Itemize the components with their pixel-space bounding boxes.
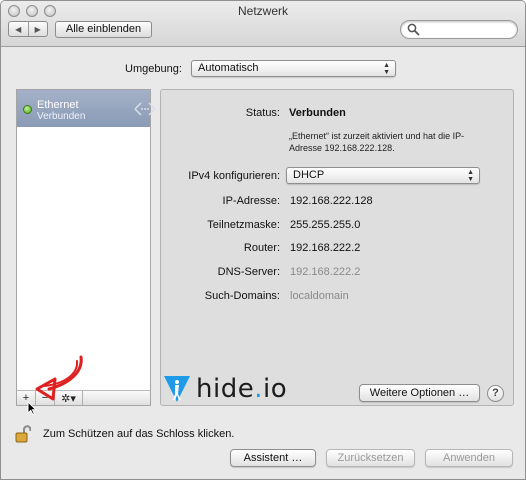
- location-popup[interactable]: Automatisch ▲ ▼: [191, 60, 396, 77]
- lock-icon[interactable]: [15, 425, 31, 443]
- show-all-button[interactable]: Alle einblenden: [55, 21, 152, 38]
- ethernet-connector-icon: [134, 102, 156, 116]
- service-list: Ethernet Verbunden: [16, 89, 156, 391]
- subnet-mask-value: 255.255.255.0: [290, 219, 361, 231]
- watermark-text: hide.io: [196, 374, 288, 404]
- ip-address-value: 192.168.222.128: [290, 195, 373, 207]
- network-preferences-window: Netzwerk ◀ ▶ Alle einblenden Umgebung: A…: [0, 0, 526, 480]
- apply-button[interactable]: Anwenden: [425, 449, 513, 467]
- detail-panel: Status: Verbunden „Ethernet“ ist zurzeit…: [160, 89, 514, 406]
- back-button[interactable]: ◀: [9, 22, 28, 36]
- dns-server-value[interactable]: 192.168.222.2: [290, 266, 360, 278]
- mouse-cursor-icon: [27, 401, 37, 415]
- popup-arrows-icon: ▲ ▼: [467, 169, 474, 183]
- router-label: Router:: [243, 242, 280, 254]
- search-domains-label: Such-Domains:: [204, 290, 280, 302]
- ipv4-popup[interactable]: DHCP ▲ ▼: [286, 167, 480, 184]
- status-dot-icon: [23, 105, 32, 114]
- annotation-arrow-icon: [35, 355, 83, 401]
- location-value: Automatisch: [198, 62, 259, 74]
- location-label: Umgebung:: [125, 63, 182, 75]
- assistant-button[interactable]: Assistent …: [230, 449, 316, 467]
- help-button[interactable]: ?: [487, 385, 504, 402]
- more-options-button[interactable]: Weitere Optionen …: [359, 384, 480, 402]
- title-bar: Netzwerk ◀ ▶ Alle einblenden: [1, 1, 525, 47]
- status-value: Verbunden: [289, 107, 346, 119]
- search-field[interactable]: [400, 20, 518, 39]
- router-value: 192.168.222.2: [290, 242, 361, 254]
- dns-server-label: DNS-Server:: [217, 266, 280, 278]
- status-label: Status:: [245, 107, 280, 119]
- hide-io-watermark: hide.io: [162, 374, 287, 404]
- search-icon: [407, 23, 420, 36]
- subnet-mask-label: Teilnetzmaske:: [207, 219, 280, 231]
- window-title: Netzwerk: [237, 4, 288, 18]
- service-status: Verbunden: [37, 111, 86, 122]
- popup-arrows-icon: ▲ ▼: [383, 62, 390, 76]
- ip-address-label: IP-Adresse:: [222, 195, 280, 207]
- search-domains-value[interactable]: localdomain: [290, 290, 349, 302]
- ipv4-label: IPv4 konfigurieren:: [188, 170, 280, 182]
- ipv4-value: DHCP: [293, 169, 325, 181]
- lock-hint-text: Zum Schützen auf das Schloss klicken.: [43, 428, 235, 440]
- status-description: „Ethernet“ ist zurzeit aktiviert und hat…: [289, 131, 465, 153]
- revert-button[interactable]: Zurücksetzen: [326, 449, 415, 467]
- service-item-ethernet[interactable]: Ethernet Verbunden: [17, 90, 156, 127]
- back-forward-buttons: ◀ ▶: [8, 21, 48, 37]
- forward-button[interactable]: ▶: [27, 22, 48, 36]
- hide-io-logo-icon: [164, 376, 190, 402]
- service-name: Ethernet: [37, 99, 79, 111]
